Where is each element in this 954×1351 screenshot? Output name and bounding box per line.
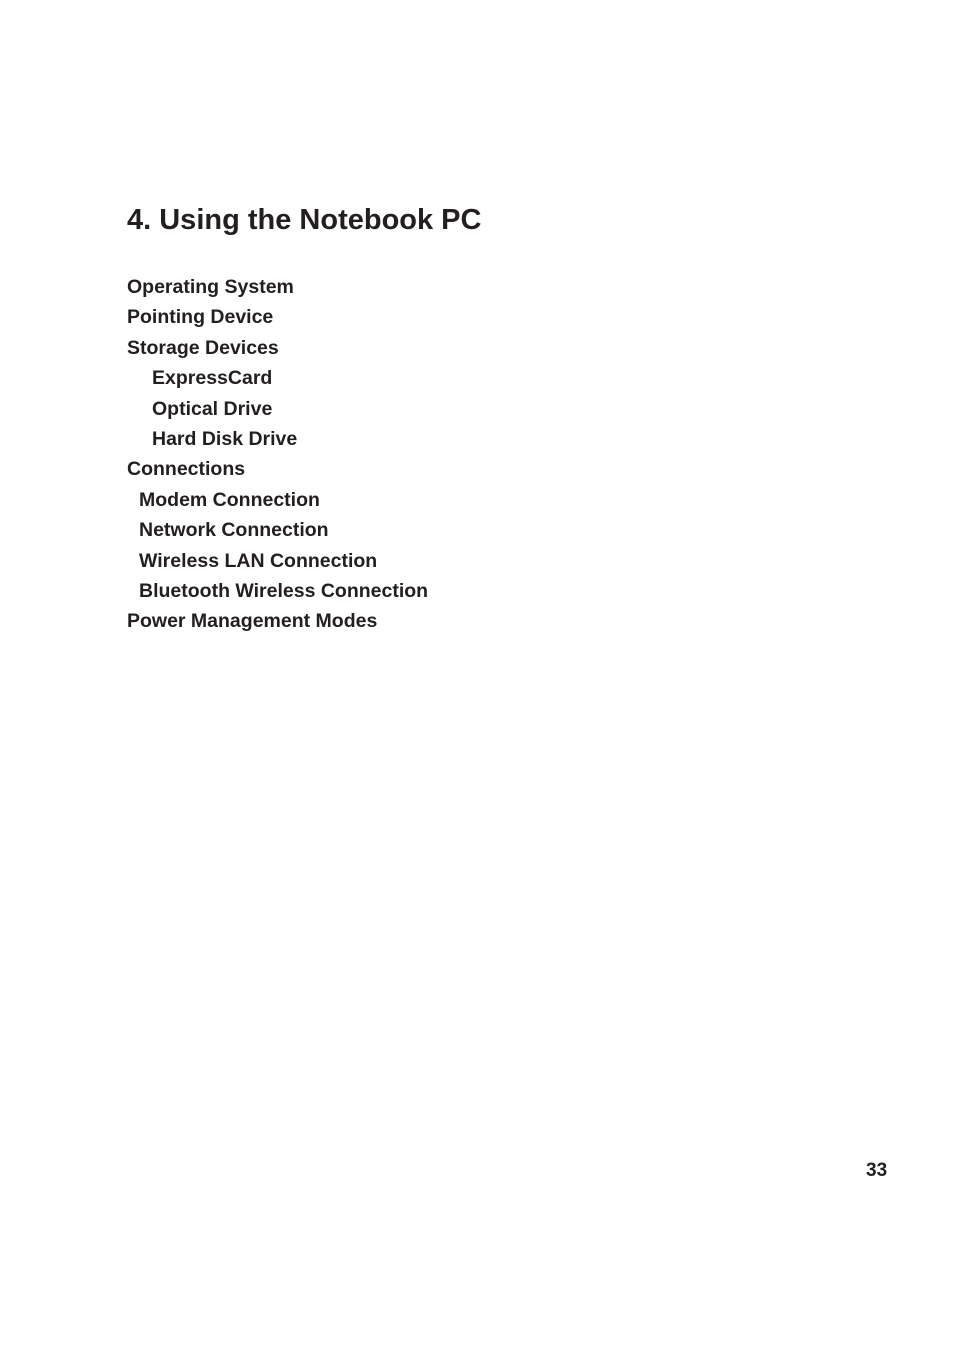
toc-item-connections: Connections: [127, 458, 246, 481]
chapter-title: 4. Using the Notebook PC: [127, 204, 482, 236]
toc-item-wireless-lan-connection: Wireless LAN Connection: [139, 549, 378, 572]
toc-item-storage-devices: Storage Devices: [127, 336, 279, 359]
toc-item-hard-disk-drive: Hard Disk Drive: [152, 427, 298, 450]
toc-item-bluetooth-wireless-connection: Bluetooth Wireless Connection: [139, 579, 429, 602]
chapter-contents-list: Operating System Pointing Device Storage…: [127, 273, 428, 638]
toc-item-power-management-modes: Power Management Modes: [127, 610, 378, 633]
toc-item-expresscard: ExpressCard: [152, 367, 273, 390]
toc-item-pointing-device: Pointing Device: [127, 306, 274, 329]
toc-item-modem-connection: Modem Connection: [139, 488, 320, 511]
toc-item-optical-drive: Optical Drive: [152, 397, 273, 420]
toc-item-network-connection: Network Connection: [139, 519, 329, 542]
toc-item-operating-system: Operating System: [127, 276, 294, 298]
page-number: 33: [866, 1160, 888, 1181]
